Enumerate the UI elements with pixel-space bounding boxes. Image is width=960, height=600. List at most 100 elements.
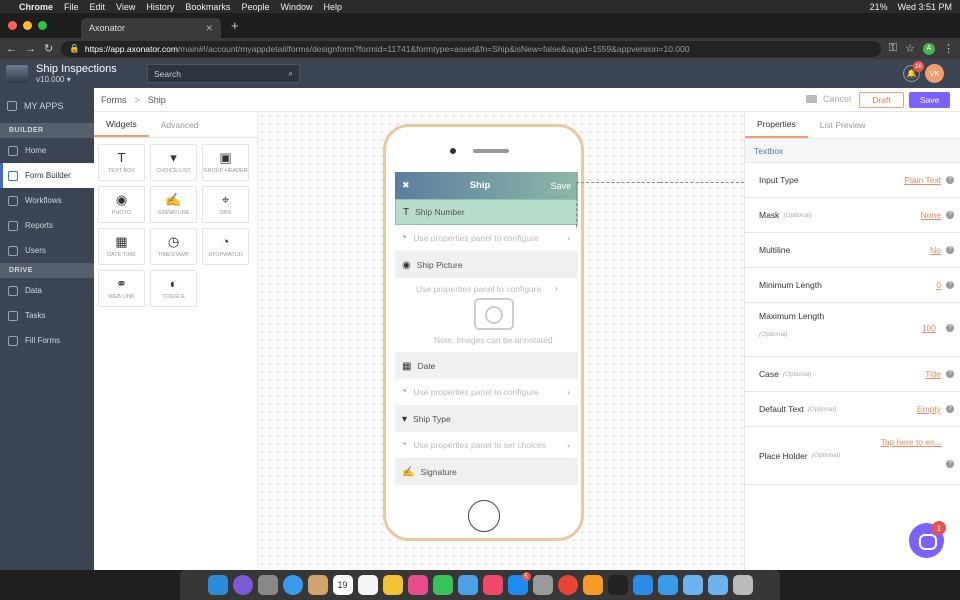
close-icon[interactable]: ✖	[402, 180, 410, 191]
tab-advanced[interactable]: Advanced	[149, 112, 211, 137]
widget-date-time[interactable]: ▦DATE TIME	[98, 228, 145, 265]
field-date-input[interactable]: *Use properties panel to configure›	[395, 379, 578, 406]
calendar-app-icon[interactable]: 19	[333, 575, 353, 595]
key-icon[interactable]: ⚿	[889, 42, 897, 55]
back-icon[interactable]: ←	[6, 43, 17, 55]
widget-stopwatch[interactable]: ◔STOPWATCH	[202, 228, 249, 265]
folder-icon[interactable]	[683, 575, 703, 595]
keynote-icon[interactable]	[458, 575, 478, 595]
chrome-icon[interactable]	[558, 575, 578, 595]
launchpad-icon[interactable]	[258, 575, 278, 595]
sidebar-item-tasks[interactable]: Tasks	[0, 303, 94, 328]
menu-window[interactable]: Window	[280, 2, 312, 12]
user-avatar[interactable]: VK	[925, 64, 944, 83]
widget-choice-list[interactable]: ▾CHOICE LIST	[150, 144, 197, 181]
siri-icon[interactable]	[233, 575, 253, 595]
field-ship-type-input[interactable]: *Use properties panel to set choices›	[395, 432, 578, 459]
help-icon[interactable]: ?	[946, 324, 954, 332]
star-icon[interactable]: ☆	[905, 42, 915, 55]
prop-value[interactable]: 0	[936, 280, 941, 290]
trash-icon[interactable]	[733, 575, 753, 595]
field-ship-number[interactable]: TShip Number	[395, 199, 578, 225]
tab-list-preview[interactable]: List Preview	[808, 112, 878, 138]
menu-bookmarks[interactable]: Bookmarks	[185, 2, 230, 12]
menu-file[interactable]: File	[64, 2, 79, 12]
clock[interactable]: Wed 3:51 PM	[898, 2, 952, 12]
simulator-icon[interactable]	[658, 575, 678, 595]
cancel-button[interactable]: Cancel	[823, 94, 851, 104]
prop-value[interactable]: Empty	[917, 404, 941, 414]
field-ship-picture-input[interactable]: Use properties panel to configure › Note…	[395, 278, 578, 353]
reload-icon[interactable]: ↻	[44, 42, 53, 55]
field-ship-picture[interactable]: ◉Ship Picture	[395, 252, 578, 278]
field-ship-number-input[interactable]: *Use properties panel to configure›	[395, 225, 578, 252]
address-bar[interactable]: 🔒 https://app.axonator.com/main#!/accoun…	[61, 41, 881, 57]
tab-widgets[interactable]: Widgets	[94, 112, 149, 137]
widget-timestamp[interactable]: ◷TIMESTAMP	[150, 228, 197, 265]
tab-close-icon[interactable]: ✕	[205, 23, 213, 34]
help-icon[interactable]: ?	[946, 246, 954, 254]
form-save-button[interactable]: Save	[550, 181, 571, 191]
menu-dots-icon[interactable]: ⋮	[943, 42, 954, 55]
sidebar-item-workflows[interactable]: Workflows	[0, 188, 94, 213]
forward-icon[interactable]: →	[25, 43, 36, 55]
menu-history[interactable]: History	[146, 2, 174, 12]
mail-icon[interactable]	[308, 575, 328, 595]
music-icon[interactable]	[483, 575, 503, 595]
stickies-icon[interactable]	[383, 575, 403, 595]
browser-tab[interactable]: Axonator ✕	[81, 18, 221, 38]
new-tab-button[interactable]: +	[231, 18, 239, 33]
sidebar-item-home[interactable]: Home	[0, 138, 94, 163]
photos-icon[interactable]	[408, 575, 428, 595]
field-ship-type[interactable]: ▾Ship Type	[395, 406, 578, 432]
prop-value[interactable]: Title	[925, 369, 941, 379]
help-icon[interactable]: ?	[946, 460, 954, 468]
facetime-icon[interactable]	[433, 575, 453, 595]
prop-value[interactable]: 100	[922, 323, 936, 333]
help-icon[interactable]: ?	[946, 370, 954, 378]
app-version[interactable]: v10.000 ▾	[36, 75, 117, 84]
menu-chrome[interactable]: Chrome	[19, 2, 53, 12]
system-preferences-icon[interactable]	[533, 575, 553, 595]
sidebar-item-users[interactable]: Users	[0, 238, 94, 263]
sublime-icon[interactable]	[583, 575, 603, 595]
menu-edit[interactable]: Edit	[90, 2, 106, 12]
video-icon[interactable]	[806, 95, 817, 103]
minimize-window-button[interactable]	[23, 21, 32, 30]
prop-value[interactable]: Tap here to en...	[881, 437, 942, 447]
downloads-folder-icon[interactable]	[708, 575, 728, 595]
save-button[interactable]: Save	[909, 92, 950, 108]
help-icon[interactable]: ?	[946, 405, 954, 413]
finder-icon[interactable]	[208, 575, 228, 595]
notes-icon[interactable]	[358, 575, 378, 595]
menu-people[interactable]: People	[241, 2, 269, 12]
app-title[interactable]: Ship Inspections v10.000 ▾	[36, 63, 117, 84]
zoom-window-button[interactable]	[38, 21, 47, 30]
prop-value[interactable]: None	[921, 210, 941, 220]
widget-text-box[interactable]: TTEXT BOX	[98, 144, 145, 181]
menu-view[interactable]: View	[116, 2, 135, 12]
xcode-icon[interactable]	[633, 575, 653, 595]
menu-help[interactable]: Help	[323, 2, 342, 12]
search-input[interactable]: Search ⌕	[147, 64, 300, 83]
widget-web-link[interactable]: ⚭WEB LINK	[98, 270, 145, 307]
widget-gps[interactable]: ⌖GPS	[202, 186, 249, 223]
form-canvas[interactable]: ✖ Ship Save TShip Number *Use properties…	[258, 112, 744, 570]
widget-photo[interactable]: ◉PHOTO	[98, 186, 145, 223]
sidebar-item-fill-forms[interactable]: Fill Forms	[0, 328, 94, 353]
help-icon[interactable]: ?	[946, 281, 954, 289]
help-icon[interactable]: ?	[946, 176, 954, 184]
widget-toggle[interactable]: ◐TOGGLE	[150, 270, 197, 307]
sidebar-item-data[interactable]: Data	[0, 278, 94, 303]
search-icon[interactable]: ⌕	[288, 68, 293, 79]
prop-value[interactable]: No	[930, 245, 941, 255]
widget-signature[interactable]: ✍SIGNATURE	[150, 186, 197, 223]
breadcrumb-forms[interactable]: Forms	[101, 95, 127, 105]
sidebar-item-my-apps[interactable]: MY APPS	[0, 88, 94, 123]
field-signature[interactable]: ✍Signature	[395, 459, 578, 485]
close-window-button[interactable]	[8, 21, 17, 30]
help-icon[interactable]: ?	[946, 211, 954, 219]
prop-value[interactable]: Plain Text	[904, 175, 941, 185]
sidebar-item-reports[interactable]: Reports	[0, 213, 94, 238]
field-date[interactable]: ▦Date	[395, 353, 578, 379]
